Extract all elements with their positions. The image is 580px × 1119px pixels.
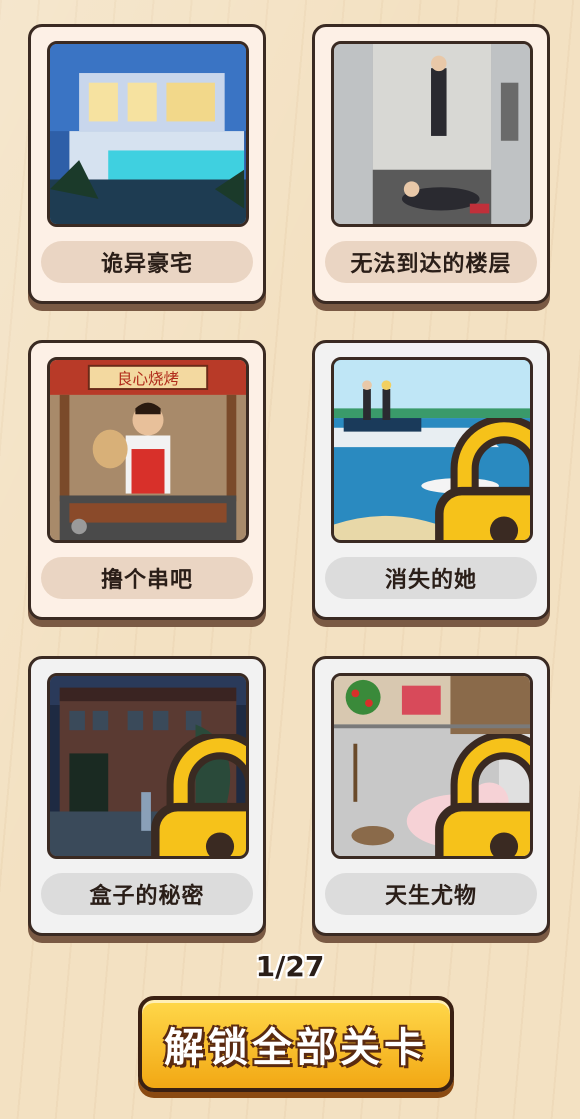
level-title: 天生尤物 xyxy=(325,873,537,915)
level-card-2[interactable]: 无法到达的楼层 xyxy=(312,24,550,304)
level-title: 撸个串吧 xyxy=(41,557,253,599)
padlock-icon xyxy=(435,418,530,540)
level-thumbnail-boat xyxy=(331,357,533,543)
level-card-6[interactable]: 天生尤物 xyxy=(312,656,550,936)
unlock-all-levels-button[interactable]: 解锁全部关卡 xyxy=(138,996,454,1092)
level-card-3[interactable]: 良心烧烤 撸个串吧 xyxy=(28,340,266,620)
bbq-sign-text: 良心烧烤 xyxy=(117,370,179,388)
level-card-4[interactable]: 消失的她 xyxy=(312,340,550,620)
level-card-1[interactable]: 诡异豪宅 xyxy=(28,24,266,304)
level-thumbnail-elevator xyxy=(331,41,533,227)
page-indicator: 1/27 xyxy=(255,950,325,983)
level-thumbnail-bbq: 良心烧烤 xyxy=(47,357,249,543)
level-title: 消失的她 xyxy=(325,557,537,599)
level-card-5[interactable]: 盒子的秘密 xyxy=(28,656,266,936)
padlock-icon xyxy=(151,734,246,856)
level-title: 诡异豪宅 xyxy=(41,241,253,283)
level-title: 无法到达的楼层 xyxy=(325,241,537,283)
padlock-icon xyxy=(435,734,530,856)
level-thumbnail-mansion xyxy=(47,41,249,227)
unlock-all-levels-label: 解锁全部关卡 xyxy=(164,1025,428,1071)
level-thumbnail-pig xyxy=(331,673,533,859)
level-title: 盒子的秘密 xyxy=(41,873,253,915)
level-thumbnail-house xyxy=(47,673,249,859)
